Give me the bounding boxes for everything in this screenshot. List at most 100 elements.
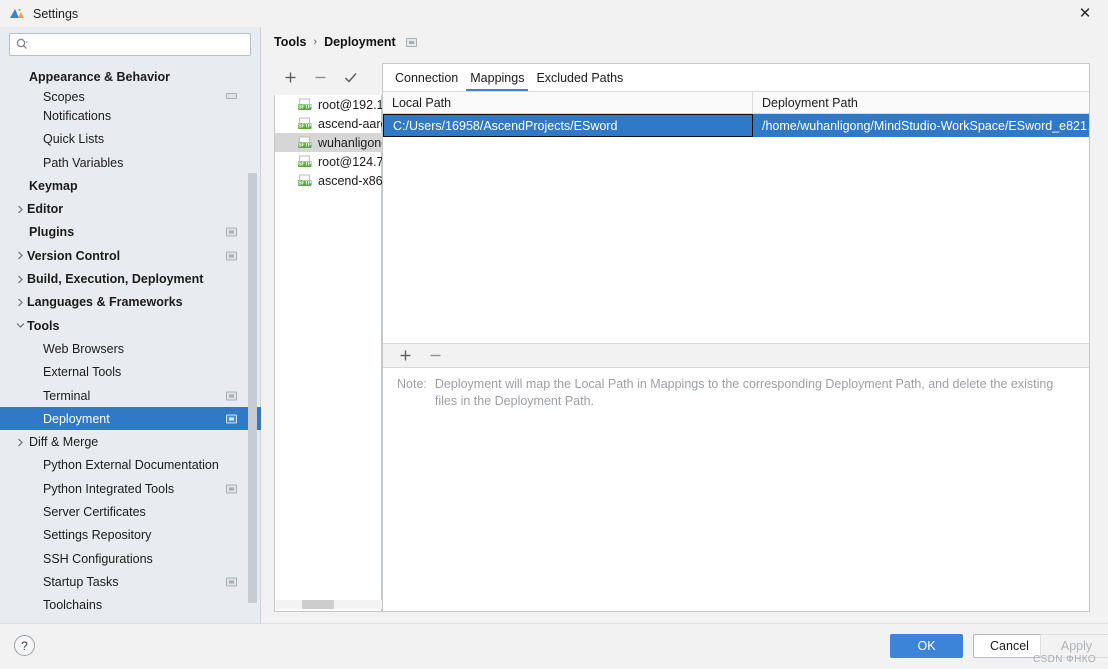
note-text: Deployment will map the Local Path in Ma… — [434, 377, 1054, 408]
sidebar-item-editor[interactable]: Editor — [0, 197, 261, 220]
chevron-right-icon[interactable] — [14, 275, 27, 284]
server-list: SFTP root@192.16 SFTP ascend-aarc SFTP wuhanl… — [275, 95, 383, 190]
sidebar-item-deployment[interactable]: Deployment — [0, 407, 261, 431]
server-name: wuhanligong — [318, 135, 383, 150]
settings-badge-icon — [226, 577, 237, 587]
sidebar-item-external-tools[interactable]: External Tools — [0, 361, 261, 384]
sidebar-item-label: Appearance & Behavior — [29, 69, 171, 84]
remove-server-button[interactable] — [312, 69, 329, 86]
search-container — [0, 27, 260, 56]
settings-badge-icon — [226, 93, 237, 100]
add-server-button[interactable] — [282, 69, 299, 86]
sidebar-item-web-browsers[interactable]: Web Browsers — [0, 337, 261, 360]
sidebar-item-label: Terminal — [43, 388, 91, 403]
remove-mapping-button[interactable] — [427, 347, 444, 364]
sftp-icon: SFTP — [297, 136, 313, 150]
column-header-local-path[interactable]: Local Path — [383, 91, 753, 114]
sidebar-item-settings-repository[interactable]: Settings Repository — [0, 524, 261, 547]
add-mapping-button[interactable] — [397, 347, 414, 364]
sidebar-item-toolchains[interactable]: Toolchains — [0, 594, 261, 617]
mappings-table-body: C:/Users/16958/AscendProjects/ESword/hom… — [383, 114, 1089, 352]
tab-connection[interactable]: Connection — [389, 64, 464, 91]
settings-badge-icon — [226, 414, 237, 424]
sidebar-item-terminal[interactable]: Terminal — [0, 384, 261, 407]
sidebar-item-keymap[interactable]: Keymap — [0, 174, 261, 197]
settings-dialog: Settings ✕ Appearance & Behavior Scopes No… — [0, 0, 1108, 669]
server-list-item[interactable]: SFTP root@124.70 — [275, 152, 383, 171]
search-input[interactable] — [32, 36, 244, 53]
settings-sidebar: Appearance & Behavior Scopes Notifications… — [0, 27, 261, 623]
cell-local-path[interactable]: C:/Users/16958/AscendProjects/ESword — [383, 114, 753, 137]
sidebar-item-label: Deployment — [43, 411, 110, 426]
sidebar-item-version-control[interactable]: Version Control — [0, 244, 261, 267]
app-icon — [9, 6, 26, 21]
server-list-item[interactable]: SFTP ascend-aarc — [275, 114, 383, 133]
mappings-table-header: Local Path Deployment Path — [383, 91, 1089, 114]
server-list-item[interactable]: SFTP ascend-x86_ — [275, 171, 383, 190]
table-row[interactable]: C:/Users/16958/AscendProjects/ESword/hom… — [383, 114, 1089, 137]
sidebar-item-label: External Tools — [43, 365, 122, 380]
note-label: Note: — [397, 377, 427, 391]
sidebar-item-scopes[interactable]: Scopes — [0, 88, 261, 104]
column-header-deployment-path[interactable]: Deployment Path — [753, 92, 1089, 114]
sidebar-item-label: Settings Repository — [43, 528, 152, 543]
sidebar-scrollbar-thumb[interactable] — [248, 173, 257, 603]
sidebar-item-python-integrated-tools[interactable]: Python Integrated Tools — [0, 477, 261, 500]
tab-mappings[interactable]: Mappings — [464, 64, 530, 91]
tab-excluded-paths[interactable]: Excluded Paths — [530, 64, 629, 91]
server-name: ascend-x86_ — [318, 173, 383, 188]
sidebar-item-label: Tools — [27, 318, 60, 333]
sftp-icon: SFTP — [297, 117, 313, 131]
search-icon — [16, 38, 29, 51]
sidebar-item-path-variables[interactable]: Path Variables — [0, 151, 261, 174]
close-icon[interactable]: ✕ — [1062, 0, 1108, 27]
breadcrumb: Tools › Deployment — [274, 35, 417, 49]
server-list-item[interactable]: SFTP root@192.16 — [275, 95, 383, 114]
window-title: Settings — [33, 6, 79, 21]
chevron-right-icon[interactable] — [14, 251, 27, 260]
sidebar-item-ssh-configurations[interactable]: SSH Configurations — [0, 547, 261, 570]
sidebar-item-server-certificates[interactable]: Server Certificates — [0, 500, 261, 523]
sidebar-item-tools[interactable]: Tools — [0, 314, 261, 337]
sidebar-item-label: Python External Documentation — [43, 458, 219, 473]
server-list-item[interactable]: SFTP wuhanligong — [275, 133, 383, 152]
search-box[interactable] — [9, 33, 251, 56]
sidebar-item-plugins[interactable]: Plugins — [0, 221, 261, 244]
sidebar-item-label: Plugins — [29, 225, 75, 240]
sidebar-item-languages-frameworks[interactable]: Languages & Frameworks — [0, 291, 261, 314]
svg-text:SFTP: SFTP — [298, 142, 312, 148]
dialog-footer: ? OK Cancel Apply CSDN ФНКО — [0, 623, 1108, 669]
sftp-icon: SFTP — [297, 98, 313, 112]
cell-deployment-path[interactable]: /home/wuhanligong/MindStudio-WorkSpace/E… — [753, 114, 1089, 137]
settings-badge-icon — [226, 227, 237, 237]
settings-badge-icon — [405, 37, 417, 47]
set-default-server-button[interactable] — [342, 69, 359, 86]
sidebar-item-appearance-behavior[interactable]: Appearance & Behavior — [0, 65, 261, 88]
sidebar-item-label: Python Integrated Tools — [43, 481, 175, 496]
sidebar-item-label: Quick Lists — [43, 132, 105, 147]
sidebar-item-diff-merge[interactable]: Diff & Merge — [0, 430, 261, 453]
svg-text:SFTP: SFTP — [298, 180, 312, 186]
chevron-right-icon[interactable] — [14, 205, 27, 214]
help-button[interactable]: ? — [14, 635, 35, 656]
chevron-right-icon[interactable] — [14, 438, 27, 447]
sidebar-item-build-execution-deployment[interactable]: Build, Execution, Deployment — [0, 267, 261, 290]
svg-text:SFTP: SFTP — [298, 104, 312, 110]
sidebar-item-label: Server Certificates — [43, 504, 146, 519]
sidebar-item-notifications[interactable]: Notifications — [0, 104, 261, 127]
chevron-down-icon[interactable] — [14, 322, 27, 329]
server-list-hscrollbar-thumb[interactable] — [302, 600, 334, 609]
sidebar-item-startup-tasks[interactable]: Startup Tasks — [0, 570, 261, 593]
sidebar-item-python-external-documentation[interactable]: Python External Documentation — [0, 454, 261, 477]
ok-button[interactable]: OK — [890, 634, 963, 658]
sidebar-item-label: Startup Tasks — [43, 574, 119, 589]
settings-badge-icon — [226, 391, 237, 400]
breadcrumb-root[interactable]: Tools — [274, 35, 306, 49]
chevron-right-icon[interactable] — [14, 298, 27, 307]
sidebar-item-label: Diff & Merge — [29, 435, 99, 450]
svg-text:SFTP: SFTP — [298, 123, 312, 129]
server-name: root@124.70 — [318, 154, 383, 169]
sidebar-item-label: SSH Configurations — [43, 551, 153, 566]
server-list-panel: SFTP root@192.16 SFTP ascend-aarc SFTP wuhanl… — [274, 95, 383, 612]
sidebar-item-quick-lists[interactable]: Quick Lists — [0, 128, 261, 151]
